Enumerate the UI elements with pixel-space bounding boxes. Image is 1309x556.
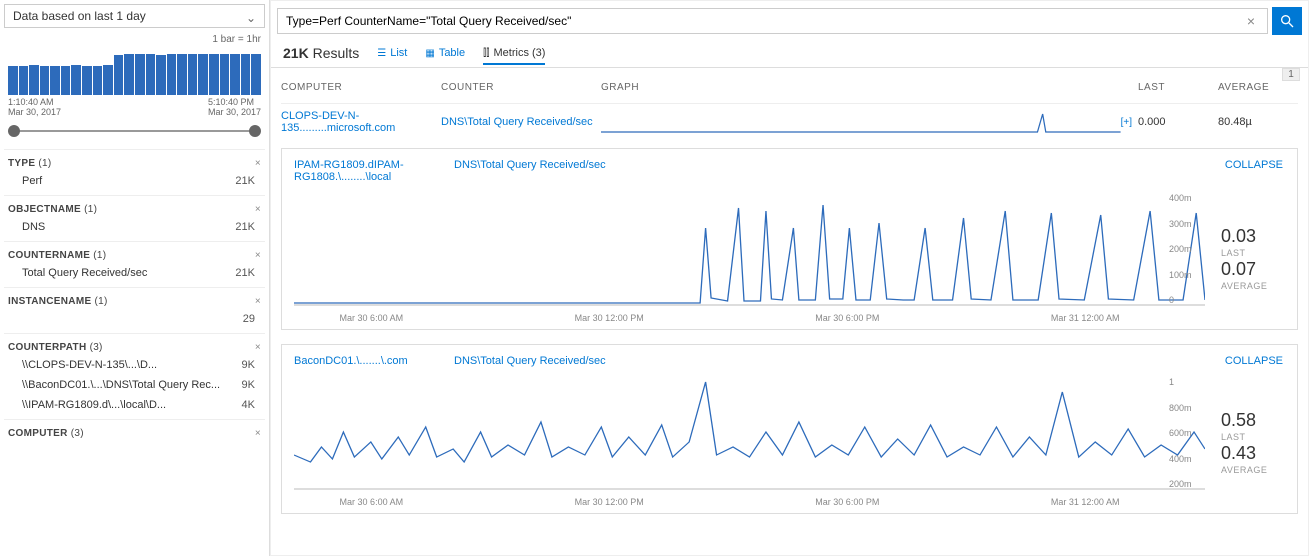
average-value: 80.48µ — [1218, 116, 1298, 128]
results-tabs: 21K Results ☰List ▦Table ⫿⫿Metrics (3) — [271, 39, 1308, 68]
computer-link[interactable]: IPAM-RG1809.dIPAM-RG1808.\........\local — [294, 159, 454, 183]
y-axis-ticks: 400m300m200m100m0 — [1169, 193, 1209, 305]
time-range-select[interactable]: Data based on last 1 day ⌄ — [4, 4, 265, 28]
header-computer: COMPUTER — [281, 82, 441, 93]
facet-item[interactable]: DNS21K — [8, 215, 261, 235]
average-value: 0.07 — [1221, 259, 1285, 280]
tab-table[interactable]: ▦Table — [425, 47, 465, 59]
computer-link[interactable]: CLOPS-DEV-N-135.........microsoft.com — [281, 110, 441, 134]
page-indicator[interactable]: 1 — [1282, 68, 1300, 81]
column-headers: COMPUTER COUNTER GRAPH LAST AVERAGE — [281, 78, 1298, 103]
metric-card: BaconDC01.\.......\.comDNS\Total Query R… — [281, 344, 1298, 514]
x-axis-ticks: Mar 30 6:00 AMMar 30 12:00 PMMar 30 6:00… — [294, 497, 1165, 507]
tab-list[interactable]: ☰List — [377, 47, 407, 59]
facet-item[interactable]: \\CLOPS-DEV-N-135\...\D...9K — [8, 353, 261, 373]
facet-objectname: OBJECTNAME (1) ×DNS21K — [4, 195, 265, 241]
counter-link[interactable]: DNS\Total Query Received/sec — [441, 116, 601, 128]
facet-type: TYPE (1) ×Perf21K — [4, 149, 265, 195]
x-axis-ticks: Mar 30 6:00 AMMar 30 12:00 PMMar 30 6:00… — [294, 313, 1165, 323]
tab-metrics[interactable]: ⫿⫿Metrics (3) — [483, 47, 545, 65]
result-count: 21K Results — [283, 45, 359, 61]
last-value: 0.000 — [1138, 116, 1218, 128]
close-icon[interactable]: × — [255, 204, 261, 215]
metric-row-collapsed: CLOPS-DEV-N-135.........microsoft.com DN… — [281, 103, 1298, 148]
line-chart[interactable]: 1800m600m400m200mMar 30 6:00 AMMar 30 12… — [294, 377, 1205, 507]
time-range-label: Data based on last 1 day — [13, 9, 146, 23]
search-button[interactable] — [1272, 7, 1302, 35]
facet-item[interactable]: 29 — [8, 307, 261, 327]
close-icon[interactable]: × — [255, 296, 261, 307]
sparkline-chart — [601, 110, 1121, 134]
stats-block: 0.03LAST0.07AVERAGE — [1205, 193, 1285, 323]
results-content: 1 COMPUTER COUNTER GRAPH LAST AVERAGE CL… — [271, 68, 1308, 555]
facet-item[interactable]: Perf21K — [8, 169, 261, 189]
counter-link[interactable]: DNS\Total Query Received/sec — [454, 159, 606, 171]
header-graph: GRAPH — [601, 82, 1138, 93]
header-last: LAST — [1138, 82, 1218, 93]
chevron-down-icon: ⌄ — [246, 11, 256, 25]
stats-block: 0.58LAST0.43AVERAGE — [1205, 377, 1285, 507]
close-icon[interactable]: × — [255, 428, 261, 439]
metric-card: IPAM-RG1809.dIPAM-RG1808.\........\local… — [281, 148, 1298, 330]
table-icon: ▦ — [425, 48, 434, 59]
clear-search-icon[interactable]: × — [1243, 13, 1259, 29]
overview-time-labels: 1:10:40 AMMar 30, 2017 5:10:40 PMMar 30,… — [4, 95, 265, 121]
counter-link[interactable]: DNS\Total Query Received/sec — [454, 355, 606, 367]
facet-item[interactable]: \\IPAM-RG1809.d\...\local\D...4K — [8, 393, 261, 413]
slider-start-knob[interactable] — [8, 125, 20, 137]
slider-end-knob[interactable] — [249, 125, 261, 137]
facet-counterpath: COUNTERPATH (3) ×\\CLOPS-DEV-N-135\...\D.… — [4, 333, 265, 419]
collapse-button[interactable]: COLLAPSE — [1225, 159, 1283, 171]
facet-title: COUNTERPATH (3) — [8, 342, 103, 353]
last-value: 0.03 — [1221, 226, 1285, 247]
facet-item[interactable]: \\BaconDC01.\...\DNS\Total Query Rec...9… — [8, 373, 261, 393]
time-range-slider[interactable] — [8, 121, 261, 141]
facet-computer: COMPUTER (3) × — [4, 419, 265, 445]
facet-item[interactable]: Total Query Received/sec21K — [8, 261, 261, 281]
collapse-button[interactable]: COLLAPSE — [1225, 355, 1283, 367]
overview-bar-chart[interactable] — [4, 47, 265, 95]
facet-title: COMPUTER (3) — [8, 428, 84, 439]
y-axis-ticks: 1800m600m400m200m — [1169, 377, 1209, 489]
facet-countername: COUNTERNAME (1) ×Total Query Received/sec… — [4, 241, 265, 287]
close-icon[interactable]: × — [255, 250, 261, 261]
search-icon — [1279, 13, 1295, 29]
close-icon[interactable]: × — [255, 342, 261, 353]
facet-title: COUNTERNAME (1) — [8, 250, 106, 261]
close-icon[interactable]: × — [255, 158, 261, 169]
line-chart[interactable]: 400m300m200m100m0Mar 30 6:00 AMMar 30 12… — [294, 193, 1205, 323]
main-panel: × 21K Results ☰List ▦Table ⫿⫿Metrics (3)… — [270, 0, 1309, 556]
list-icon: ☰ — [377, 48, 386, 59]
facet-instancename: INSTANCENAME (1) ×29 — [4, 287, 265, 333]
average-value: 0.43 — [1221, 443, 1285, 464]
facet-title: INSTANCENAME (1) — [8, 296, 108, 307]
search-input[interactable] — [286, 14, 1243, 28]
bar-legend: 1 bar = 1hr — [4, 34, 261, 45]
header-counter: COUNTER — [441, 82, 601, 93]
last-value: 0.58 — [1221, 410, 1285, 431]
expand-button[interactable]: [+] — [1121, 117, 1132, 128]
header-average: AVERAGE — [1218, 82, 1298, 93]
metrics-icon: ⫿⫿ — [483, 48, 489, 59]
search-box[interactable]: × — [277, 8, 1268, 34]
computer-link[interactable]: BaconDC01.\.......\.com — [294, 355, 454, 367]
facet-title: TYPE (1) — [8, 158, 52, 169]
facet-title: OBJECTNAME (1) — [8, 204, 97, 215]
sidebar: Data based on last 1 day ⌄ 1 bar = 1hr 1… — [0, 0, 270, 556]
